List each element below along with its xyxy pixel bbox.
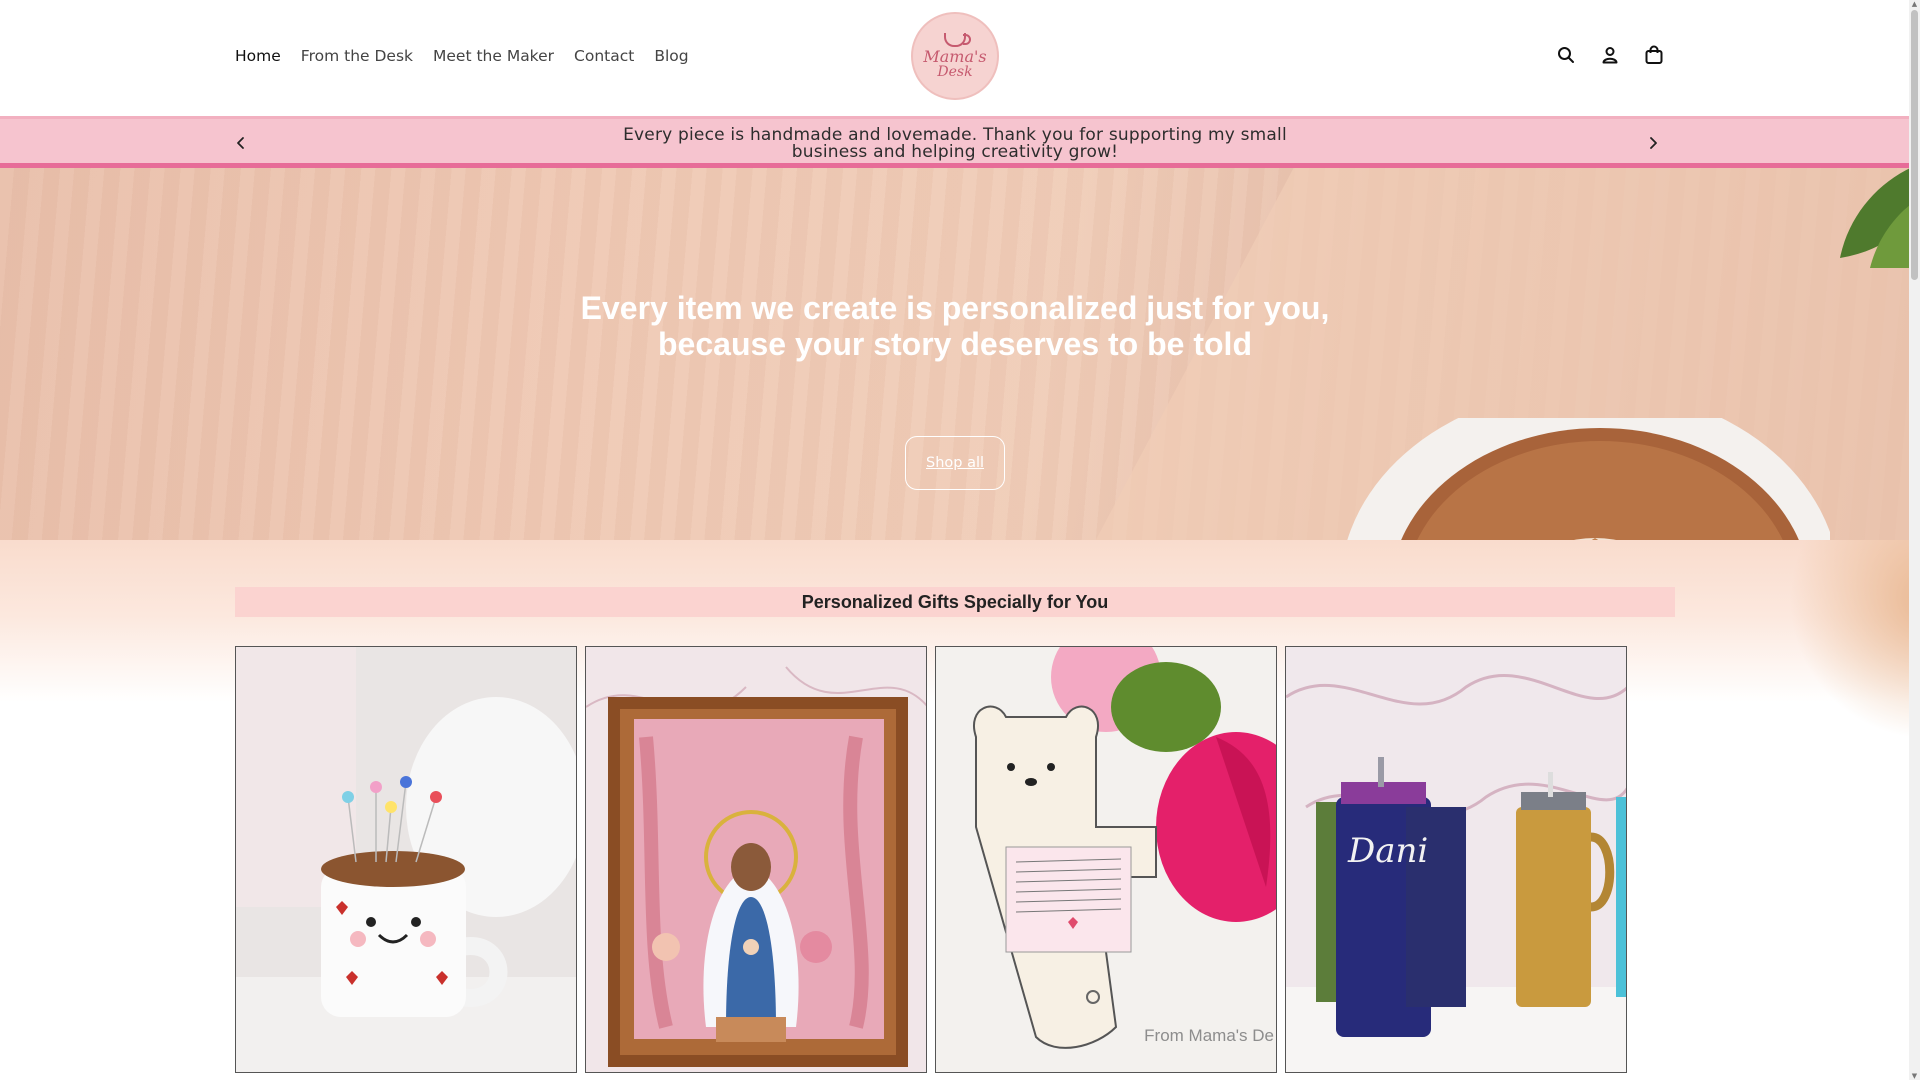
header-icons (1555, 44, 1665, 66)
page-scrollbar[interactable]: ▲ ▼ (1909, 0, 1920, 1080)
nav-meet-the-maker[interactable]: Meet the Maker (433, 47, 554, 65)
announcement-text: Every piece is handmade and lovemade. Th… (623, 125, 1287, 162)
account-icon[interactable] (1599, 44, 1621, 66)
hero-banner: Every item we create is personalized jus… (0, 168, 1909, 540)
plant-leaf-image (1840, 168, 1909, 268)
tumbler-name-text: Dani (1347, 831, 1428, 871)
mug-pincushion-image (236, 647, 576, 1072)
announcement-next-button[interactable] (1645, 135, 1661, 151)
product-card-bear-card[interactable]: From Mama's De (935, 646, 1277, 1073)
site-logo[interactable]: Mama's Desk (911, 12, 999, 100)
scroll-down-arrow-icon[interactable]: ▼ (1911, 1072, 1918, 1080)
product-card-shadowbox[interactable] (585, 646, 927, 1073)
watermark-text: From Mama's De (1144, 1026, 1274, 1045)
shop-all-button[interactable]: Shop all (905, 436, 1005, 490)
personalized-tumblers-image: Dani (1286, 647, 1626, 1072)
site-header: Home From the Desk Meet the Maker Contac… (0, 0, 1909, 116)
main-nav: Home From the Desk Meet the Maker Contac… (235, 47, 689, 65)
product-grid: From Mama's De Dani (235, 646, 1627, 1073)
chevron-left-icon (237, 137, 244, 149)
logo-text-line1: Mama's (923, 47, 987, 66)
product-card-tumblers[interactable]: Dani (1285, 646, 1627, 1073)
latte-cup-image (1347, 418, 1830, 540)
bear-card-image (936, 647, 1276, 1072)
product-card-mug-pincushion[interactable] (235, 646, 577, 1073)
nav-from-the-desk[interactable]: From the Desk (301, 47, 413, 65)
logo-text-line2: Desk (937, 64, 973, 80)
coffee-cup-icon (944, 33, 971, 47)
hero-heading: Every item we create is personalized jus… (580, 290, 1330, 362)
chevron-right-icon (1650, 137, 1657, 149)
virgin-mary-shadowbox-image (586, 647, 926, 1072)
featured-collection: Personalized Gifts Specially for You Fro… (0, 540, 1920, 1080)
nav-home[interactable]: Home (235, 47, 281, 65)
cart-icon[interactable] (1643, 44, 1665, 66)
announcement-bar: Every piece is handmade and lovemade. Th… (0, 116, 1909, 168)
scrollbar-thumb[interactable] (1911, 10, 1918, 280)
search-icon[interactable] (1555, 44, 1577, 66)
nav-blog[interactable]: Blog (654, 47, 688, 65)
announcement-prev-button[interactable] (233, 135, 249, 151)
nav-contact[interactable]: Contact (574, 47, 634, 65)
collection-title: Personalized Gifts Specially for You (235, 587, 1675, 617)
scroll-up-arrow-icon[interactable]: ▲ (1911, 0, 1918, 8)
